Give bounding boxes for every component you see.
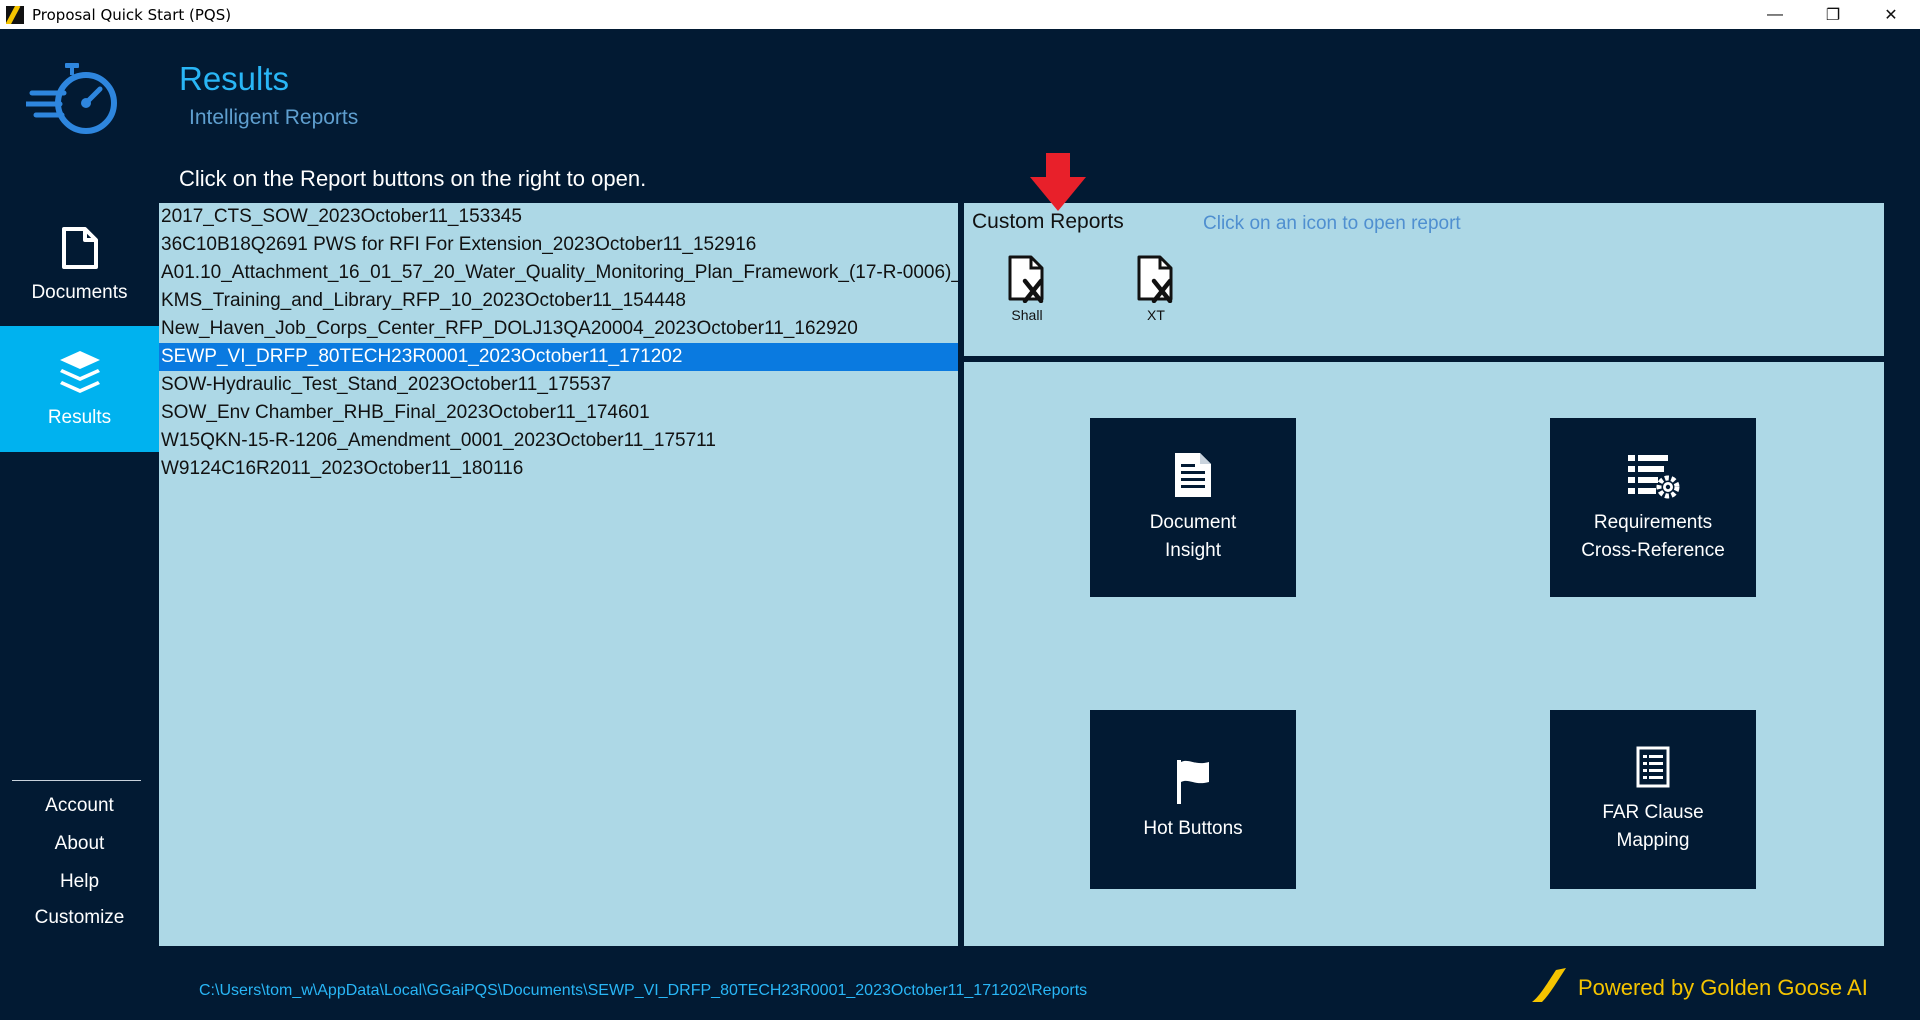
list-gear-icon [1628, 454, 1680, 498]
shall-report-label: Shall [1011, 307, 1043, 323]
list-item[interactable]: KMS_Training_and_Library_RFP_10_2023Octo… [159, 287, 958, 315]
tile-label: Cross-Reference [1581, 539, 1725, 561]
page-subtitle: Intelligent Reports [189, 106, 359, 129]
document-icon [61, 227, 98, 269]
sidebar-divider [12, 780, 141, 781]
powered-by-text: Powered by Golden Goose AI [1578, 975, 1868, 1000]
restore-button[interactable]: ❐ [1804, 0, 1862, 29]
list-item[interactable]: W9124C16R2011_2023October11_180116 [159, 455, 958, 483]
list-item[interactable]: 2017_CTS_SOW_2023October11_153345 [159, 203, 958, 231]
sidebar-item-label: Results [47, 407, 112, 428]
sidebar-item-documents[interactable]: Documents [0, 202, 159, 328]
stopwatch-logo-icon [23, 63, 126, 148]
list-item[interactable]: New_Haven_Job_Corps_Center_RFP_DOLJ13QA2… [159, 315, 958, 343]
xt-report-button[interactable]: XT [1116, 255, 1196, 345]
custom-reports-hint: Click on an icon to open report [1203, 213, 1461, 234]
sidebar: Documents Results Account About Help Cus… [0, 29, 159, 1020]
list-item[interactable]: W15QKN-15-R-1206_Amendment_0001_2023Octo… [159, 427, 958, 455]
sidebar-item-label: Documents [31, 282, 128, 303]
red-arrow-down-icon [1030, 153, 1086, 216]
layers-icon [59, 351, 100, 393]
tile-label: Requirements [1593, 511, 1713, 533]
xt-report-label: XT [1147, 307, 1165, 323]
instruction-text: Click on the Report buttons on the right… [179, 166, 647, 191]
excel-file-icon [1008, 255, 1044, 303]
sidebar-item-results[interactable]: Results [0, 326, 159, 452]
document-insight-tile[interactable]: Document Insight [1090, 418, 1296, 597]
list-item[interactable]: 36C10B18Q2691 PWS for RFI For Extension_… [159, 231, 958, 259]
reports-folder-path-link[interactable]: C:\Users\tom_w\AppData\Local\GGaiPQS\Doc… [199, 982, 1087, 1000]
app-logo-icon [6, 5, 24, 24]
golden-goose-logo-icon [1530, 966, 1570, 1009]
document-lines-icon [1175, 452, 1211, 497]
reports-tiles-panel: Document Insight Requirements Cross-Refe… [964, 362, 1884, 946]
list-item-selected[interactable]: SEWP_VI_DRFP_80TECH23R0001_2023October11… [159, 343, 958, 371]
hot-buttons-tile[interactable]: Hot Buttons [1090, 710, 1296, 889]
sidebar-link-customize[interactable]: Customize [0, 907, 159, 929]
page-title: Results [179, 60, 290, 97]
sidebar-link-help[interactable]: Help [0, 871, 159, 893]
requirements-cross-reference-tile[interactable]: Requirements Cross-Reference [1550, 418, 1756, 597]
excel-file-icon [1137, 255, 1173, 303]
list-item[interactable]: SOW_Env Chamber_RHB_Final_2023October11_… [159, 399, 958, 427]
tile-label: Mapping [1616, 829, 1690, 851]
tile-label: Insight [1165, 539, 1221, 561]
custom-reports-panel: Custom Reports Click on an icon to open … [964, 203, 1884, 356]
tile-label: FAR Clause [1602, 801, 1704, 823]
window-controls: — ❐ ✕ [1746, 0, 1920, 29]
shall-report-button[interactable]: Shall [987, 255, 1067, 345]
document-list: 2017_CTS_SOW_2023October11_153345 36C10B… [159, 203, 958, 946]
tile-label: Hot Buttons [1143, 817, 1243, 839]
list-item[interactable]: SOW-Hydraulic_Test_Stand_2023October11_1… [159, 371, 958, 399]
flag-icon [1177, 759, 1209, 804]
sidebar-link-account[interactable]: Account [0, 795, 159, 817]
window-titlebar: Proposal Quick Start (PQS) — ❐ ✕ [0, 0, 1920, 29]
tile-label: Document [1149, 511, 1237, 533]
clipboard-list-icon [1636, 746, 1670, 787]
close-button[interactable]: ✕ [1862, 0, 1920, 29]
minimize-button[interactable]: — [1746, 0, 1804, 29]
far-clause-mapping-tile[interactable]: FAR Clause Mapping [1550, 710, 1756, 889]
sidebar-link-about[interactable]: About [0, 833, 159, 855]
window-title: Proposal Quick Start (PQS) [32, 5, 232, 24]
list-item[interactable]: A01.10_Attachment_16_01_57_20_Water_Qual… [159, 259, 958, 287]
